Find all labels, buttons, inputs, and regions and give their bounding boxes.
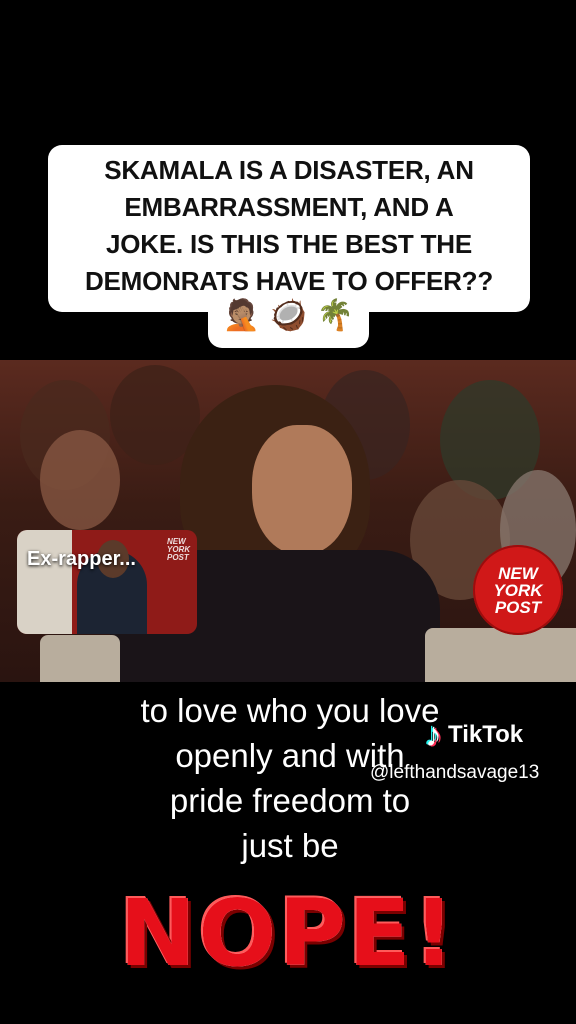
nope-graphic: NOPE!	[119, 880, 457, 987]
inset-label: Ex-rapper...	[27, 548, 136, 570]
caption-emoji: 🤦🏽 🥥 🌴	[222, 298, 355, 333]
tiktok-handle: @lefthandsavage13	[370, 762, 540, 783]
tiktok-note-icon: ♪	[425, 716, 442, 754]
tiktok-watermark: ♪ TikTok	[425, 718, 523, 752]
new-york-post-badge: NEW YORK POST	[473, 545, 563, 635]
subtitle-line: pride freedom to	[169, 782, 411, 819]
inset-logo: NEW YORK POST	[167, 537, 191, 562]
caption-line: SKAMALA IS A DISASTER, AN	[104, 155, 474, 185]
caption-text: SKAMALA IS A DISASTER, AN EMBARRASSMENT,…	[48, 152, 530, 300]
caption-line: DEMONRATS HAVE TO OFFER??	[84, 266, 494, 296]
caption-line: EMBARRASSMENT, AND A	[124, 192, 454, 222]
tiktok-brand: TikTok	[448, 721, 524, 748]
caption-line: JOKE. IS THIS THE BEST THE	[105, 229, 473, 259]
subtitle-line: just be	[241, 827, 339, 864]
inset-background	[17, 530, 72, 634]
inset-video-clip[interactable]: Ex-rapper... NEW YORK POST	[17, 530, 197, 634]
audience-member	[40, 430, 120, 530]
badge-line: POST	[494, 597, 542, 617]
couch-left	[40, 635, 120, 682]
speaker-face	[252, 425, 352, 555]
couch-right	[425, 628, 576, 682]
